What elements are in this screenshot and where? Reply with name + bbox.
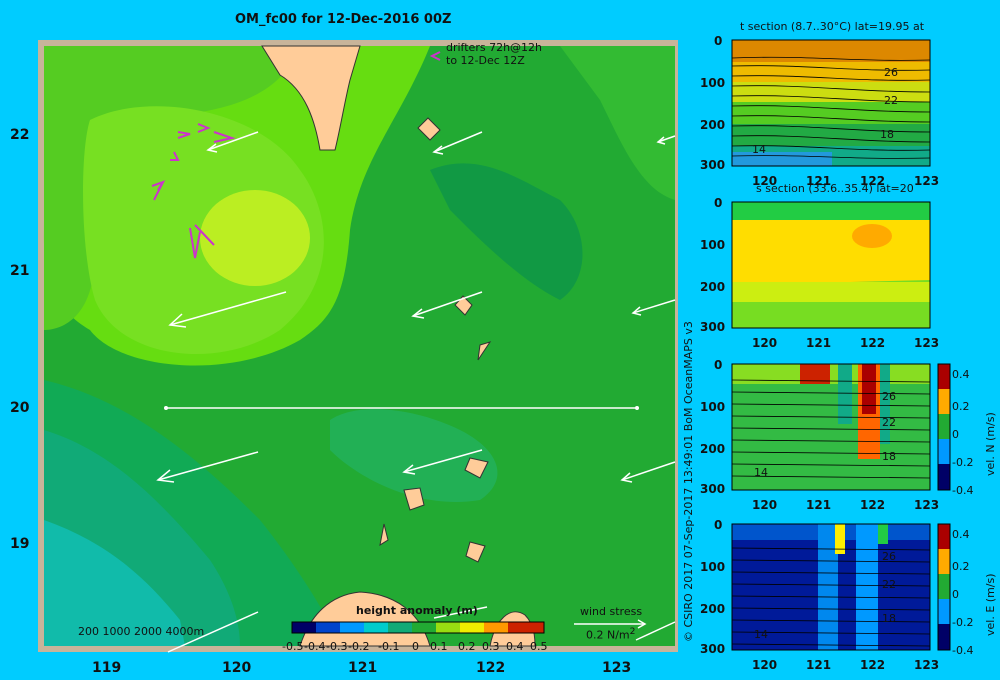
panel1-xtick: 123: [914, 174, 940, 188]
section-panels: [731, 39, 951, 651]
depth-contour-legend: 200 1000 2000 4000m: [78, 625, 205, 638]
panel3-contour-label: 22: [882, 416, 896, 429]
panel4-ytick: 0: [714, 518, 723, 532]
lat-tick: 19: [10, 536, 30, 552]
panel3-ytick: 300: [700, 482, 726, 496]
panel3-xtick: 123: [914, 498, 940, 512]
panel4-ytick: 100: [700, 560, 726, 574]
panel4-contour-label: 26: [882, 550, 896, 563]
wind-stress-value: 0.2 N/m2: [586, 626, 636, 642]
colorbar-tick: 0.4: [506, 640, 524, 653]
panel2-ytick: 0: [714, 196, 723, 210]
panel3-cbar-tick: 0.4: [952, 368, 970, 381]
panel-title-temperature: t section (8.7..30°C) lat=19.95 at: [740, 20, 925, 33]
panel4-cbar-tick: -0.2: [952, 616, 974, 629]
main-map: [38, 40, 678, 653]
panel4-ytick: 300: [700, 642, 726, 656]
panel3-xtick: 122: [860, 498, 886, 512]
lon-tick: 121: [348, 660, 378, 676]
panel1-ytick: 200: [700, 118, 726, 132]
lon-tick: 122: [476, 660, 506, 676]
panel1-ytick: 0: [714, 34, 723, 48]
panel3-xtick: 121: [806, 498, 832, 512]
drifters-label-1: drifters 72h@12h: [446, 41, 543, 54]
panel2-ytick: 100: [700, 238, 726, 252]
panel4-cbar-label: vel. E (m/s): [984, 573, 997, 636]
panel1-contour-label: 14: [752, 143, 766, 156]
colorbar-tick: 0.1: [430, 640, 448, 653]
panel3-contour-label: 26: [882, 390, 896, 403]
panel2-xtick: 120: [752, 336, 778, 350]
panel1-contour-label: 22: [884, 94, 898, 107]
panel-title-salinity: s section (33.6..35.4) lat=20: [756, 182, 914, 195]
panel3-cbar-tick: -0.2: [952, 456, 974, 469]
panel-salinity: [731, 201, 931, 329]
panel1-contour-label: 26: [884, 66, 898, 79]
lat-tick: 22: [10, 127, 30, 143]
lat-tick: 21: [10, 263, 30, 279]
panel4-cbar-tick: 0: [952, 588, 959, 601]
panel3-xtick: 120: [752, 498, 778, 512]
colorbar-tick: -0.2: [348, 640, 370, 653]
colorbar-title: height anomaly (m): [356, 604, 478, 617]
panel4-xtick: 122: [860, 658, 886, 672]
panel2-ytick: 200: [700, 280, 726, 294]
panel3-contour-label: 14: [754, 466, 768, 479]
panel1-ytick: 300: [700, 158, 726, 172]
panel1-xtick: 120: [752, 174, 778, 188]
panel1-xtick: 121: [806, 174, 832, 188]
panel3-cbar-tick: -0.4: [952, 484, 974, 497]
panel3-contour-label: 18: [882, 450, 896, 463]
panel2-xtick: 123: [914, 336, 940, 350]
panel4-xtick: 121: [806, 658, 832, 672]
panel3-ytick: 200: [700, 442, 726, 456]
wind-stress-label: wind stress: [580, 605, 643, 618]
panel1-contour-label: 18: [880, 128, 894, 141]
drifters-label-2: to 12-Dec 12Z: [446, 54, 525, 67]
panel3-cbar-label: vel. N (m/s): [984, 412, 997, 476]
panel4-contour-label: 22: [882, 578, 896, 591]
panel4-cbar-tick: -0.4: [952, 644, 974, 657]
panel4-cbar-tick: 0.2: [952, 560, 970, 573]
panel1-xtick: 122: [860, 174, 886, 188]
lon-tick: 120: [222, 660, 252, 676]
panel3-cbar-tick: 0.2: [952, 400, 970, 413]
anomaly-max: [200, 190, 310, 286]
colorbar-tick: -0.4: [304, 640, 326, 653]
panel2-xtick: 122: [860, 336, 886, 350]
panel4-cbar-tick: 0.4: [952, 528, 970, 541]
colorbar-tick: -0.1: [378, 640, 400, 653]
panel4-xtick: 120: [752, 658, 778, 672]
panel4-contour-label: 14: [754, 628, 768, 641]
panel4-ytick: 200: [700, 602, 726, 616]
colorbar-tick: 0.3: [482, 640, 500, 653]
lon-tick: 119: [92, 660, 122, 676]
panel2-ytick: 300: [700, 320, 726, 334]
colorbar-tick: -0.5: [282, 640, 304, 653]
panel2-xtick: 121: [806, 336, 832, 350]
colorbar-tick: 0.2: [458, 640, 476, 653]
lon-tick: 123: [602, 660, 632, 676]
anomaly-colorbar: [291, 621, 545, 634]
panel4-contour-label: 18: [882, 612, 896, 625]
panel3-ytick: 100: [700, 400, 726, 414]
lat-tick: 20: [10, 400, 30, 416]
panel1-ytick: 100: [700, 76, 726, 90]
colorbar-tick: 0.5: [530, 640, 548, 653]
panel3-ytick: 0: [714, 358, 723, 372]
colorbar-tick: 0: [412, 640, 419, 653]
wind-stress-unit-sup: 2: [629, 626, 636, 637]
panel4-xtick: 123: [914, 658, 940, 672]
panel3-cbar-tick: 0: [952, 428, 959, 441]
colorbar-tick: -0.3: [326, 640, 348, 653]
